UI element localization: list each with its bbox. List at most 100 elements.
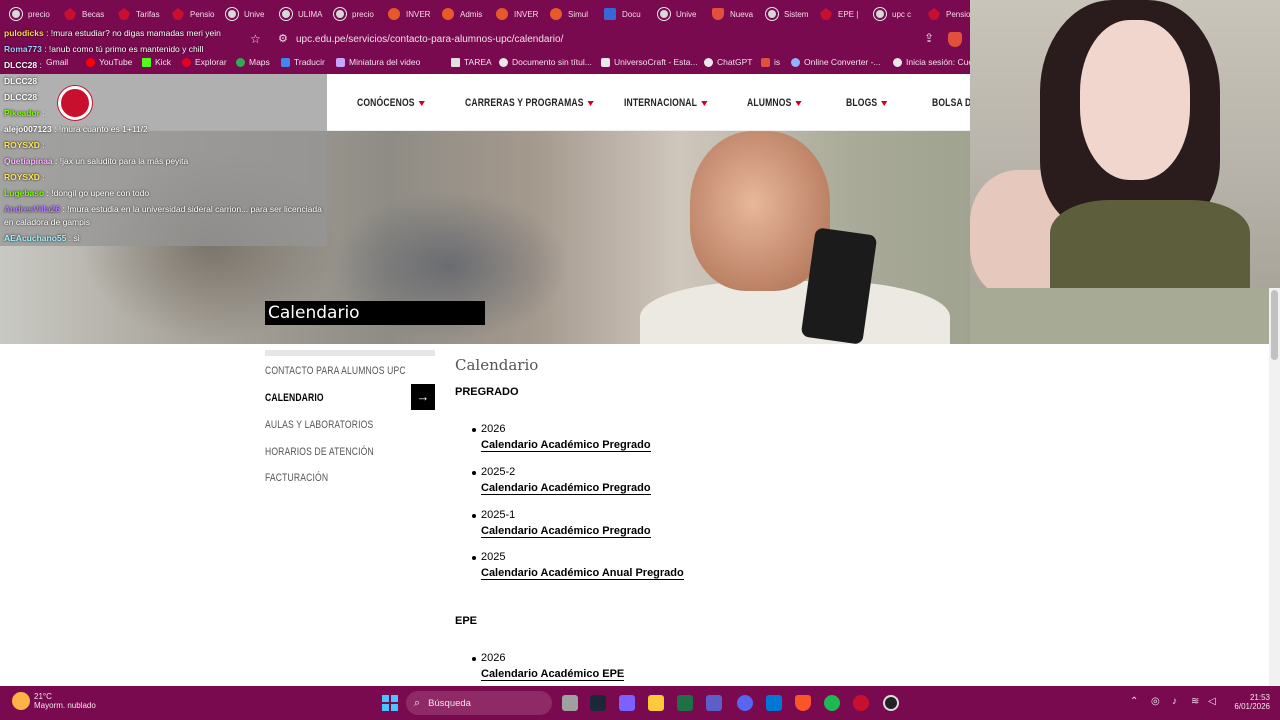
- network-icon[interactable]: ◎: [1151, 696, 1160, 707]
- chat-username[interactable]: Quetiapinaa: [4, 156, 53, 166]
- system-clock[interactable]: 21:53 6/01/2026: [1222, 693, 1270, 711]
- nav-internacional[interactable]: INTERNACIONAL: [624, 97, 708, 109]
- chat-username[interactable]: DLCC28: [4, 76, 37, 86]
- browser-tab[interactable]: Simul: [544, 0, 598, 28]
- nav-carreras[interactable]: CARRERAS Y PROGRAMAS: [465, 97, 594, 109]
- wifi-icon[interactable]: ≋: [1191, 696, 1199, 707]
- excel-icon[interactable]: [677, 695, 693, 711]
- page-scrollbar[interactable]: [1269, 288, 1280, 686]
- tab-label: Simul: [568, 9, 589, 19]
- browser-tab[interactable]: Becas: [58, 0, 112, 28]
- bookmark-label: Miniatura del video: [349, 57, 421, 67]
- task-view-icon[interactable]: [562, 695, 578, 711]
- browser-tab[interactable]: precio: [328, 0, 382, 28]
- url-field[interactable]: upc.edu.pe/servicios/contacto-para-alumn…: [296, 34, 563, 45]
- volume-icon[interactable]: ◁: [1208, 696, 1216, 707]
- browser-tab[interactable]: Sistem: [760, 0, 814, 28]
- discord-icon[interactable]: [737, 695, 753, 711]
- browser-tab[interactable]: ULIMA: [274, 0, 328, 28]
- chat-username[interactable]: AndresVilla26: [4, 204, 60, 214]
- bookmark-tarea[interactable]: TAREA: [451, 57, 492, 67]
- chat-username[interactable]: ROYSXD: [4, 140, 40, 150]
- chat-username[interactable]: pulodicks: [4, 28, 44, 38]
- calendar-link[interactable]: Calendario Académico Pregrado: [481, 482, 651, 495]
- bookmark-inicia-sesion[interactable]: Inicia sesión: Cuen: [893, 57, 978, 67]
- steam-icon[interactable]: [590, 695, 606, 711]
- browser-tab[interactable]: EPE |: [814, 0, 868, 28]
- chat-message: ROYSXD :: [4, 172, 45, 182]
- obs-icon[interactable]: [883, 695, 899, 711]
- nav-blogs[interactable]: BLOGS: [846, 97, 888, 109]
- sidebar-item-facturacion[interactable]: FACTURACIÓN: [265, 472, 328, 484]
- copilot-icon[interactable]: [619, 695, 635, 711]
- app-icon[interactable]: [853, 695, 869, 711]
- chat-username[interactable]: ROYSXD: [4, 172, 40, 182]
- tab-label: Unive: [244, 9, 265, 19]
- calendar-link[interactable]: Calendario Académico Anual Pregrado: [481, 567, 684, 580]
- gear-icon: [496, 8, 508, 20]
- section-heading-epe: EPE: [455, 615, 478, 627]
- weather-widget[interactable]: 21°C Mayorm. nublado: [12, 692, 96, 710]
- nav-alumnos[interactable]: ALUMNOS: [747, 97, 802, 109]
- browser-tab[interactable]: Pensio: [922, 0, 976, 28]
- chat-username[interactable]: DLCC28: [4, 60, 37, 70]
- browser-tab[interactable]: Unive: [652, 0, 706, 28]
- browser-tab[interactable]: Admis: [436, 0, 490, 28]
- chat-message: Quetiapinaa : !jax un saludito para la m…: [4, 156, 188, 166]
- chat-text: :: [39, 60, 42, 70]
- browser-tab[interactable]: INVER: [382, 0, 436, 28]
- chat-username[interactable]: Roma773: [4, 44, 42, 54]
- bookmark-documento[interactable]: Documento sin títul...: [499, 57, 592, 67]
- chat-text: : !mura estudia en la universidad sidera…: [62, 204, 322, 214]
- brave-shield-icon[interactable]: [948, 32, 962, 47]
- chat-username[interactable]: AEAcuchano55: [4, 233, 66, 243]
- calendar-link[interactable]: Calendario Académico Pregrado: [481, 525, 651, 538]
- calendar-link[interactable]: Calendario Académico EPE: [481, 668, 625, 681]
- bookmark-miniatura[interactable]: Miniatura del video: [336, 57, 420, 67]
- chat-username[interactable]: DLCC28: [4, 92, 37, 102]
- chat-username[interactable]: Lugebaso: [4, 188, 44, 198]
- browser-tab[interactable]: precio: [4, 0, 58, 28]
- chat-username[interactable]: alejo007123: [4, 124, 52, 134]
- share-icon[interactable]: ⇪: [924, 31, 934, 45]
- teams-icon[interactable]: [706, 695, 722, 711]
- scrollbar-thumb[interactable]: [1271, 290, 1278, 360]
- browser-tab[interactable]: upc c: [868, 0, 922, 28]
- calendar-link[interactable]: Calendario Académico Pregrado: [481, 439, 651, 452]
- tab-label: Pensio: [946, 9, 971, 19]
- file-explorer-icon[interactable]: [648, 695, 664, 711]
- bookmark-is[interactable]: is: [761, 57, 780, 67]
- brave-browser-icon[interactable]: [795, 695, 811, 711]
- sidebar-item-contacto[interactable]: CONTACTO PARA ALUMNOS UPC: [265, 365, 406, 377]
- bookmark-universocraft[interactable]: UniversoCraft - Esta...: [601, 57, 698, 67]
- chat-username[interactable]: Pikeador: [4, 108, 40, 118]
- tab-label: Tarifas: [136, 9, 160, 19]
- chrome-icon: [874, 8, 886, 20]
- windows-start-icon[interactable]: [382, 695, 398, 711]
- arrow-right-icon[interactable]: →: [411, 384, 435, 410]
- browser-tab[interactable]: INVER: [490, 0, 544, 28]
- weather-description: Mayorm. nublado: [34, 701, 96, 710]
- browser-tab[interactable]: Unive: [220, 0, 274, 28]
- gear-icon: [388, 8, 400, 20]
- browser-tab[interactable]: Pensio: [166, 0, 220, 28]
- tab-label: Sistem: [784, 9, 809, 19]
- bookmark-chatgpt[interactable]: ChatGPT: [704, 57, 752, 67]
- mail-icon[interactable]: [766, 695, 782, 711]
- browser-tab[interactable]: Docu: [598, 0, 652, 28]
- browser-tab[interactable]: Nueva: [706, 0, 760, 28]
- microphone-icon[interactable]: ♪: [1172, 696, 1177, 707]
- browser-tab[interactable]: Tarifas: [112, 0, 166, 28]
- list-item-year: 2026: [471, 652, 506, 664]
- sidebar-item-aulas[interactable]: AULAS Y LABORATORIOS: [265, 419, 373, 431]
- hero-right-strip: [970, 288, 1270, 344]
- chevron-up-icon[interactable]: ⌃: [1130, 696, 1138, 707]
- nav-conocenos[interactable]: CONÓCENOS: [357, 97, 425, 109]
- sidebar-item-horarios[interactable]: HORARIOS DE ATENCIÓN: [265, 446, 374, 458]
- taskbar-search[interactable]: ⌕ Búsqueda: [406, 691, 552, 715]
- spotify-icon[interactable]: [824, 695, 840, 711]
- bookmark-online-converter[interactable]: Online Converter -...: [791, 57, 881, 67]
- sidebar-item-calendario[interactable]: CALENDARIO: [265, 392, 324, 404]
- gear-icon: [550, 8, 562, 20]
- upc-logo-icon[interactable]: [58, 86, 92, 120]
